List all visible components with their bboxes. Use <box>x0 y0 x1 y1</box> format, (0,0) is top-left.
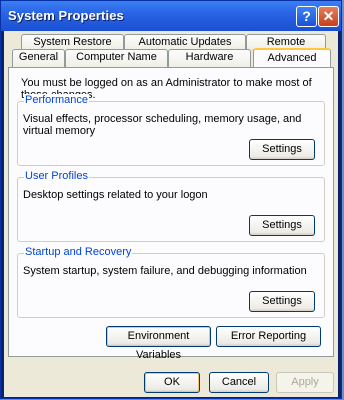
user-profiles-settings-button[interactable]: Settings <box>249 215 315 236</box>
tab-remote[interactable]: Remote <box>246 34 326 49</box>
user-profiles-description: Desktop settings related to your logon <box>23 189 208 201</box>
cancel-button[interactable]: Cancel <box>209 372 269 393</box>
startup-recovery-settings-button[interactable]: Settings <box>249 291 315 312</box>
tab-advanced[interactable]: Advanced <box>253 48 331 67</box>
user-profiles-group: User Profiles Desktop settings related t… <box>17 170 325 242</box>
system-properties-window: System Properties ? ✕ System Restore Aut… <box>0 0 342 399</box>
tab-system-restore[interactable]: System Restore <box>21 34 124 49</box>
title-bar[interactable]: System Properties ? ✕ <box>1 1 341 31</box>
dialog-client-area: System Restore Automatic Updates Remote … <box>4 31 338 397</box>
performance-group: Performance Visual effects, processor sc… <box>17 94 325 166</box>
tab-computer-name[interactable]: Computer Name <box>65 49 168 67</box>
user-profiles-group-title: User Profiles <box>24 170 89 182</box>
error-reporting-button[interactable]: Error Reporting <box>216 326 321 347</box>
environment-variables-button[interactable]: Environment Variables <box>106 326 211 361</box>
startup-recovery-description: System startup, system failure, and debu… <box>23 265 307 277</box>
close-button[interactable]: ✕ <box>318 6 339 27</box>
tab-hardware[interactable]: Hardware <box>168 49 251 67</box>
tab-general[interactable]: General <box>12 49 65 67</box>
startup-recovery-group: Startup and Recovery System startup, sys… <box>17 246 325 318</box>
performance-group-title: Performance <box>24 94 89 106</box>
window-title: System Properties <box>8 8 124 23</box>
startup-recovery-group-title: Startup and Recovery <box>24 246 133 258</box>
ok-button[interactable]: OK <box>144 372 200 393</box>
tab-automatic-updates[interactable]: Automatic Updates <box>124 34 246 49</box>
performance-description: Visual effects, processor scheduling, me… <box>23 113 302 137</box>
advanced-tab-panel: You must be logged on as an Administrato… <box>8 67 334 361</box>
apply-button[interactable]: Apply <box>276 372 334 393</box>
help-button[interactable]: ? <box>296 6 317 27</box>
performance-settings-button[interactable]: Settings <box>249 139 315 160</box>
